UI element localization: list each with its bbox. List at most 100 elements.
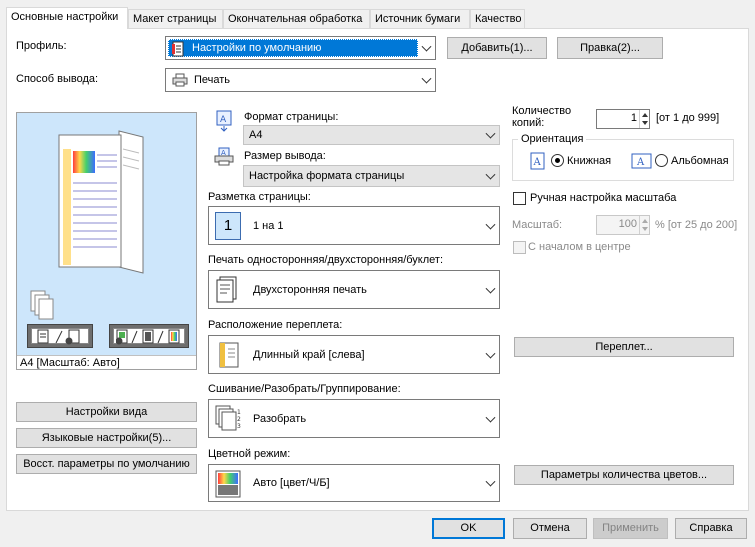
duplex-page-preview-icon <box>58 130 144 274</box>
duplex-pages-icon <box>37 329 80 345</box>
duplex-print-icon <box>216 276 237 303</box>
chevron-down-icon <box>485 476 496 487</box>
page-layout-icon: 1 <box>215 212 241 240</box>
page-layout-select[interactable]: 1 1 на 1 <box>208 206 500 245</box>
duplex-select[interactable]: Двухсторонняя печать <box>208 270 500 309</box>
portrait-icon: A <box>530 152 545 170</box>
center-start-checkbox[interactable] <box>513 241 526 254</box>
profile-value: Настройки по умолчанию <box>192 42 322 54</box>
output-method-select[interactable]: Печать <box>165 68 436 92</box>
chevron-down-icon <box>421 73 432 84</box>
color-mode-select[interactable]: Авто [цвет/Ч/Б] <box>208 464 500 502</box>
color-pages-icon <box>116 329 180 345</box>
add-profile-button[interactable]: Добавить(1)... <box>447 37 547 59</box>
ok-button[interactable]: OK <box>432 518 505 539</box>
output-size-select[interactable]: Настройка формата страницы <box>243 165 500 187</box>
tab-label: Окончательная обработка <box>228 13 363 25</box>
binding-select[interactable]: Длинный край [слева] <box>208 335 500 374</box>
tab-label: Основные настройки <box>11 11 119 23</box>
chevron-down-icon <box>485 128 496 139</box>
duplex-mode-indicator <box>27 324 93 348</box>
page-size-select[interactable]: A4 <box>243 125 500 145</box>
portrait-radio[interactable] <box>551 154 564 167</box>
collate-label: Сшивание/Разобрать/Группирование: <box>208 383 401 395</box>
collate-value: Разобрать <box>253 412 307 425</box>
orientation-label: Ориентация <box>518 133 587 145</box>
landscape-label: Альбомная <box>671 155 729 167</box>
collate-icon: 1 2 3 <box>215 405 241 431</box>
printer-icon <box>172 73 188 87</box>
collate-select[interactable]: 1 2 3 Разобрать <box>208 399 500 438</box>
scale-spinner[interactable]: 100 <box>596 215 650 235</box>
cancel-button[interactable]: Отмена <box>513 518 587 539</box>
portrait-label: Книжная <box>567 155 612 167</box>
copies-label: Количество копий: <box>512 105 571 129</box>
color-mode-indicator <box>109 324 189 348</box>
tab-page-layout[interactable]: Макет страницы <box>128 9 223 28</box>
chevron-down-icon <box>485 348 496 359</box>
profile-icon <box>172 41 184 57</box>
apply-button[interactable]: Применить <box>593 518 668 539</box>
landscape-icon: A <box>631 153 652 169</box>
scale-label: Масштаб: <box>512 219 563 231</box>
scale-value: 100 <box>618 218 637 230</box>
language-settings-button[interactable]: Языковые настройки(5)... <box>16 428 197 448</box>
chevron-down-icon <box>485 219 496 230</box>
spin-up-icon[interactable] <box>639 216 649 225</box>
page-size-label: Формат страницы: <box>244 111 339 123</box>
profile-label: Профиль: <box>16 40 67 52</box>
color-mode-value: Авто [цвет/Ч/Б] <box>253 477 330 489</box>
tab-quality[interactable]: Качество <box>470 9 525 28</box>
scale-range: % [от 25 до 200] <box>655 219 738 231</box>
tab-label: Качество <box>475 13 522 25</box>
profile-select[interactable]: Настройки по умолчанию <box>165 36 436 60</box>
color-count-button[interactable]: Параметры количества цветов... <box>514 465 734 485</box>
manual-scale-checkbox[interactable] <box>513 192 526 205</box>
svg-text:3: 3 <box>237 423 241 430</box>
binding-button[interactable]: Переплет... <box>514 337 734 357</box>
color-mode-label: Цветной режим: <box>208 448 291 460</box>
binding-value: Длинный край [слева] <box>253 348 365 361</box>
page-layout-value: 1 на 1 <box>253 219 284 232</box>
svg-text:1: 1 <box>237 409 241 416</box>
tab-paper-source[interactable]: Источник бумаги <box>370 9 470 28</box>
color-auto-icon <box>215 470 241 498</box>
preview-caption: A4 [Масштаб: Авто] <box>17 355 196 369</box>
print-preview: A4 [Масштаб: Авто] <box>16 112 197 370</box>
view-settings-button[interactable]: Настройки вида <box>16 402 197 422</box>
restore-defaults-button[interactable]: Восст. параметры по умолчанию <box>16 454 197 474</box>
binding-label: Расположение переплета: <box>208 319 343 331</box>
output-size-icon: A <box>214 147 234 166</box>
chevron-down-icon <box>421 41 432 52</box>
output-method-value: Печать <box>194 74 231 86</box>
tab-label: Макет страницы <box>133 13 217 25</box>
svg-text:A: A <box>533 157 542 168</box>
duplex-label: Печать односторонняя/двухсторонняя/букле… <box>208 254 444 266</box>
binding-long-edge-icon <box>219 342 239 368</box>
chevron-down-icon <box>485 283 496 294</box>
page-stack-icon <box>30 290 54 320</box>
tab-basic-settings[interactable]: Основные настройки <box>6 7 128 29</box>
edit-profile-button[interactable]: Правка(2)... <box>557 37 663 59</box>
page-layout-icon-number: 1 <box>223 217 233 234</box>
tab-finishing[interactable]: Окончательная обработка <box>223 9 370 28</box>
spin-down-icon[interactable] <box>639 225 649 234</box>
svg-text:2: 2 <box>237 416 241 423</box>
copies-value: 1 <box>630 112 637 124</box>
copies-range: [от 1 до 999] <box>656 112 720 124</box>
page-size-icon: A <box>216 110 232 132</box>
help-button[interactable]: Справка <box>675 518 747 539</box>
output-size-value: Настройка формата страницы <box>249 170 405 182</box>
copies-label-line2: копий: <box>512 117 545 129</box>
page-size-value: A4 <box>249 129 263 141</box>
copies-label-line1: Количество <box>512 105 572 117</box>
output-size-label: Размер вывода: <box>244 150 326 162</box>
chevron-down-icon <box>485 412 496 423</box>
manual-scale-label: Ручная настройка масштаба <box>530 192 677 204</box>
landscape-radio[interactable] <box>655 154 668 167</box>
spin-down-icon[interactable] <box>639 119 649 128</box>
svg-text:A: A <box>220 115 227 125</box>
center-start-label: С началом в центре <box>528 241 631 253</box>
copies-spinner[interactable]: 1 <box>596 109 650 129</box>
spin-up-icon[interactable] <box>639 110 649 119</box>
